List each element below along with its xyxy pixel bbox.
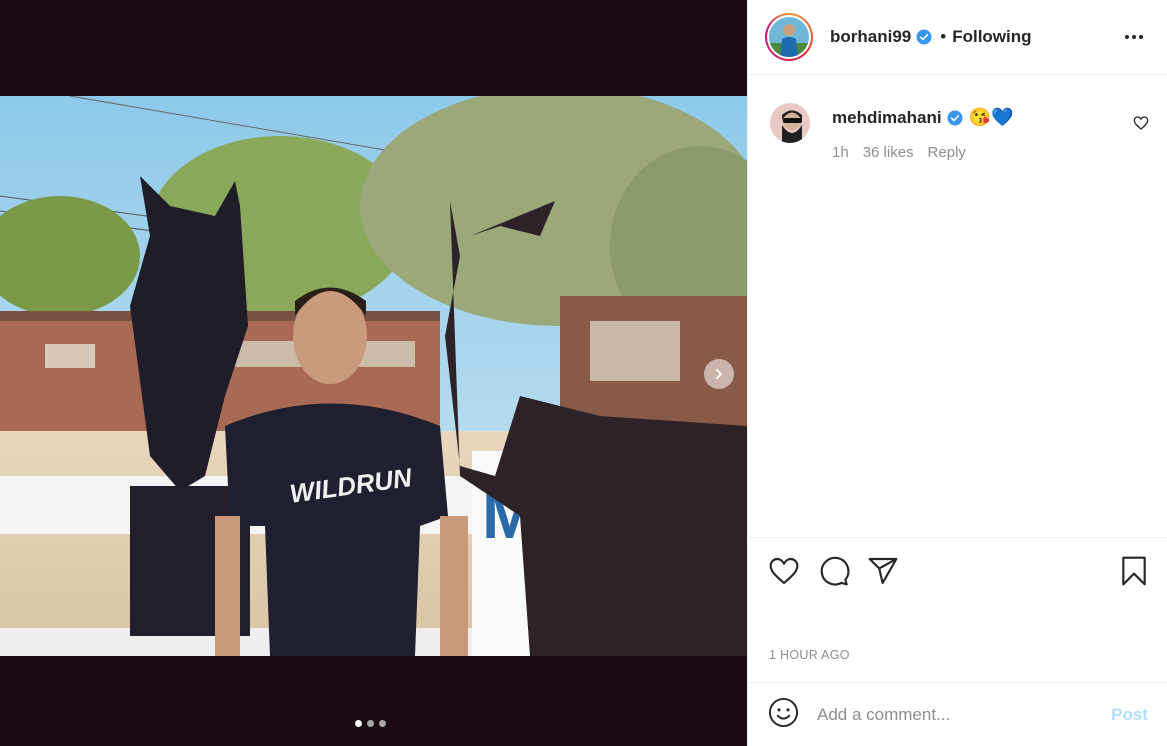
comment-time[interactable]: 1h [832,144,849,161]
bookmark-icon[interactable] [1118,555,1150,592]
next-slide-button[interactable] [704,359,734,389]
post-actions: 1 HOUR AGO [748,537,1167,662]
add-comment-bar: Post [748,682,1167,746]
media-viewer: M WILDRUN [0,0,747,746]
post-timestamp[interactable]: 1 HOUR AGO [769,648,850,662]
header-separator: • [940,27,947,46]
carousel-dot-3 [379,720,386,727]
comment-input[interactable] [817,704,1087,725]
commenter-avatar-image [770,103,810,143]
post-header: borhani99 • Following [748,0,1167,75]
comment-likes[interactable]: 36 likes [863,144,914,161]
chevron-right-icon [716,369,722,379]
smiley-icon[interactable] [768,697,799,733]
comment-reply-button[interactable]: Reply [928,144,966,161]
comment-meta: 1h 36 likes Reply [832,144,1013,161]
paper-plane-icon[interactable] [867,555,899,592]
post-photo[interactable]: M WILDRUN [0,96,747,656]
comment-icon[interactable] [818,555,850,592]
comment-like-heart-icon[interactable] [1133,115,1149,136]
comment-text: 😘💙 [968,107,1014,127]
post-photo-image: M WILDRUN [0,96,747,656]
author-avatar-image [769,17,809,57]
author-username[interactable]: borhani99 [830,27,911,47]
carousel-dot-1 [355,720,362,727]
commenter-avatar[interactable] [770,103,810,143]
verified-badge-icon [947,110,963,126]
carousel-dots [355,720,386,727]
more-horizontal-icon[interactable] [1124,27,1144,52]
post-comment-button[interactable]: Post [1111,705,1148,725]
author-avatar[interactable] [765,13,813,61]
following-button[interactable]: Following [952,27,1031,47]
commenter-username[interactable]: mehdimahani [832,108,942,128]
post-side-panel: borhani99 • Following mehdimahani 😘💙 1h … [747,0,1167,746]
carousel-dot-2 [367,720,374,727]
heart-icon[interactable] [768,555,800,592]
verified-badge-icon [916,29,932,45]
